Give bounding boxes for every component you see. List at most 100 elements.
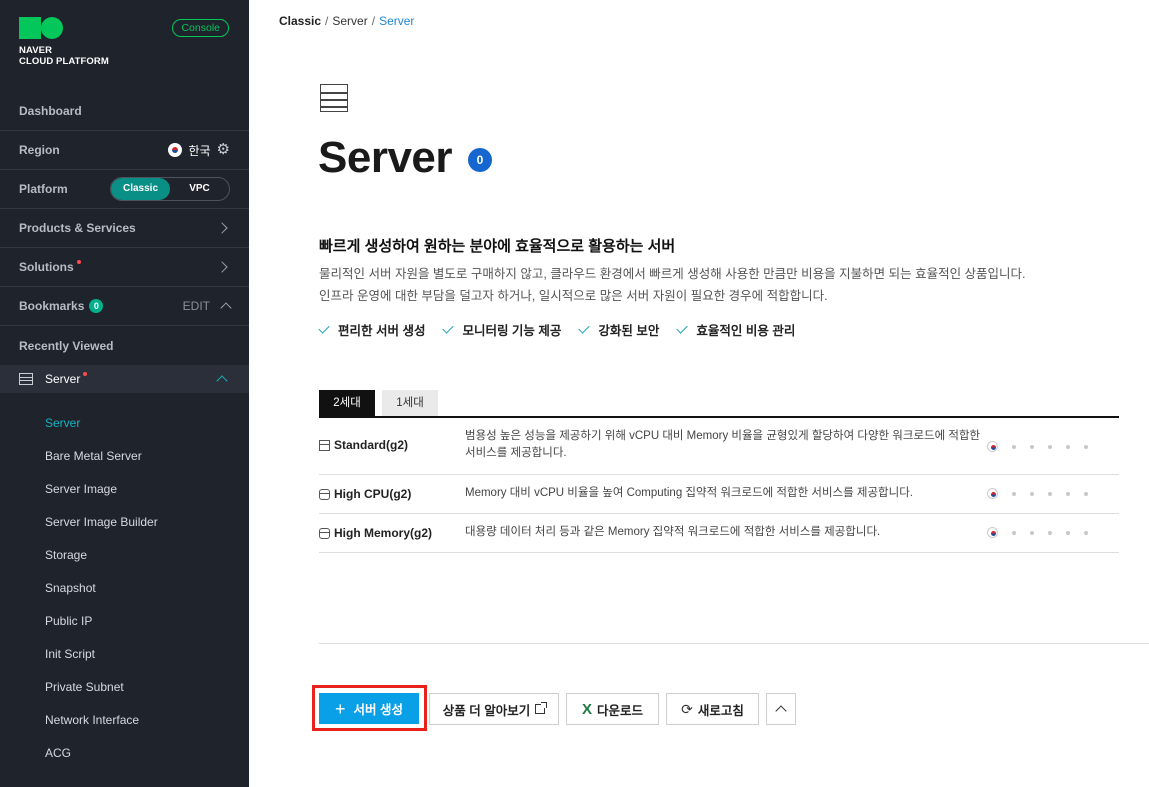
korea-flag-icon (987, 527, 998, 538)
server-icon (320, 84, 348, 112)
learn-more-label: 상품 더 알아보기 (442, 703, 531, 718)
feature-item: 강화된 보안 (578, 320, 659, 339)
feature-list: 편리한 서버 생성 모니터링 기능 제공 강화된 보안 효율적인 비용 관리 (318, 320, 795, 339)
nav-server-group[interactable]: Server (0, 365, 249, 393)
server-count-badge: 0 (468, 148, 492, 172)
check-icon (442, 322, 455, 334)
check-icon (676, 322, 689, 334)
check-icon (318, 322, 330, 334)
breadcrumb-parent[interactable]: Server (332, 14, 367, 28)
breadcrumb-current: Server (379, 14, 415, 28)
nav-dashboard-label: Dashboard (19, 104, 82, 118)
chevron-up-icon[interactable] (220, 302, 232, 314)
gear-icon[interactable]: ⚙ (217, 142, 230, 157)
sidebar-item-server[interactable]: Server (45, 415, 80, 431)
download-label: 다운로드 (597, 703, 644, 718)
product-name: Standard(g2) (334, 438, 409, 452)
product-row-high-memory: High Memory(g2) 대용량 데이터 처리 등과 같은 Memory … (319, 514, 1119, 553)
external-link-icon (535, 702, 548, 714)
product-desc: 범용성 높은 성능을 제공하기 위해 vCPU 대비 Memory 비율을 균형… (465, 430, 981, 459)
region-availability (987, 488, 1088, 499)
region-selector[interactable]: 한국 (188, 142, 210, 159)
korea-flag-icon (987, 488, 998, 499)
sidebar-item-init-script[interactable]: Init Script (45, 646, 95, 662)
learn-more-button[interactable]: 상품 더 알아보기 (429, 693, 559, 725)
product-desc: Memory 대비 vCPU 비율을 높여 Computing 집약적 워크로드… (465, 487, 913, 499)
sidebar-item-network-interface[interactable]: Network Interface (45, 712, 139, 728)
breadcrumb-root[interactable]: Classic (279, 14, 321, 28)
nav-bookmarks[interactable]: Bookmarks 0 EDIT (0, 287, 249, 326)
sidebar-item-public-ip[interactable]: Public IP (45, 613, 92, 629)
sidebar-item-private-subnet[interactable]: Private Subnet (45, 679, 124, 695)
recently-viewed-label: Recently Viewed (19, 338, 114, 353)
nav-solutions[interactable]: Solutions (0, 248, 249, 287)
nav-platform: Platform Classic VPC (0, 170, 249, 209)
generation-tabs: 2세대 1세대 (319, 390, 438, 417)
collapse-button[interactable] (766, 693, 796, 725)
cpu-icon (319, 488, 330, 500)
chevron-up-icon (775, 705, 787, 717)
platform-classic-option[interactable]: Classic (111, 178, 170, 200)
description-line-2: 인프라 운영에 대한 부담을 덜고자 하거나, 일시적으로 많은 서버 자원이 … (319, 289, 828, 303)
download-button[interactable]: X 다운로드 (566, 693, 659, 725)
korea-flag-icon (168, 143, 183, 157)
bookmarks-count-badge: 0 (89, 299, 104, 313)
chevron-right-icon (216, 222, 228, 234)
section-divider (319, 643, 1149, 644)
chevron-right-icon (216, 261, 228, 273)
platform-toggle[interactable]: Classic VPC (110, 177, 230, 201)
sidebar-item-snapshot[interactable]: Snapshot (45, 580, 96, 596)
server-group-label: Server (45, 372, 81, 386)
tab-gen2[interactable]: 2세대 (319, 390, 375, 417)
nav-dashboard[interactable]: Dashboard (0, 92, 249, 131)
excel-icon: X (581, 700, 592, 718)
description-line-1: 물리적인 서버 자원을 별도로 구매하지 않고, 클라우드 환경에서 빠르게 생… (319, 267, 1026, 281)
plus-icon: + (335, 698, 346, 719)
create-server-label: 서버 생성 (353, 703, 403, 717)
refresh-button[interactable]: ⟳ 새로고침 (666, 693, 759, 725)
product-desc: 대용량 데이터 처리 등과 같은 Memory 집약적 워크로드에 적합한 서비… (465, 526, 881, 538)
region-availability (987, 527, 1088, 538)
logo-line2: CLOUD PLATFORM (19, 55, 109, 67)
sidebar-item-bare-metal-server[interactable]: Bare Metal Server (45, 448, 142, 464)
product-name: High CPU(g2) (334, 487, 412, 501)
memory-icon (319, 527, 330, 539)
platform-vpc-option[interactable]: VPC (170, 178, 229, 200)
refresh-icon: ⟳ (681, 700, 693, 717)
chevron-up-icon[interactable] (216, 375, 228, 387)
new-dot-icon (83, 372, 88, 376)
product-row-standard: Standard(g2) 범용성 높은 성능을 제공하기 위해 vCPU 대비 … (319, 418, 1119, 475)
product-description: 물리적인 서버 자원을 별도로 구매하지 않고, 클라우드 환경에서 빠르게 생… (319, 263, 1026, 307)
tab-gen1[interactable]: 1세대 (382, 390, 438, 417)
sidebar-item-server-image-builder[interactable]: Server Image Builder (45, 514, 158, 530)
solutions-label: Solutions (19, 260, 74, 274)
new-dot-icon (76, 260, 81, 264)
logo-line1: NAVER (19, 45, 53, 56)
products-label: Products & Services (19, 221, 136, 235)
region-label: Region (19, 143, 60, 157)
sidebar-item-server-image[interactable]: Server Image (45, 481, 117, 497)
breadcrumb: Classic / Server / Server (279, 14, 415, 28)
product-name: High Memory(g2) (334, 526, 433, 540)
bookmarks-edit-button[interactable]: EDIT (183, 299, 210, 313)
logo[interactable]: NAVER CLOUD PLATFORM Console (19, 17, 229, 77)
korea-flag-icon (987, 441, 998, 452)
create-server-button[interactable]: + 서버 생성 (319, 693, 419, 724)
sidebar-item-acg[interactable]: ACG (45, 745, 71, 761)
platform-label: Platform (19, 182, 68, 196)
refresh-label: 새로고침 (697, 703, 744, 718)
sidebar: NAVER CLOUD PLATFORM Console Dashboard R… (0, 0, 249, 787)
check-icon (578, 322, 591, 334)
page-title: Server (318, 133, 453, 182)
region-availability (987, 441, 1088, 452)
server-icon (19, 373, 33, 385)
bookmarks-label: Bookmarks (19, 299, 85, 313)
sidebar-item-storage[interactable]: Storage (45, 547, 87, 563)
naver-logo-icon (19, 17, 63, 39)
console-button[interactable]: Console (172, 19, 229, 37)
nav-region: Region 한국 ⚙ (0, 131, 249, 170)
feature-item: 편리한 서버 생성 (318, 320, 425, 339)
nav-products-services[interactable]: Products & Services (0, 209, 249, 248)
nav-recently-viewed[interactable]: Recently Viewed (0, 326, 249, 365)
product-headline: 빠르게 생성하여 원하는 분야에 효율적으로 활용하는 서버 (319, 238, 676, 255)
